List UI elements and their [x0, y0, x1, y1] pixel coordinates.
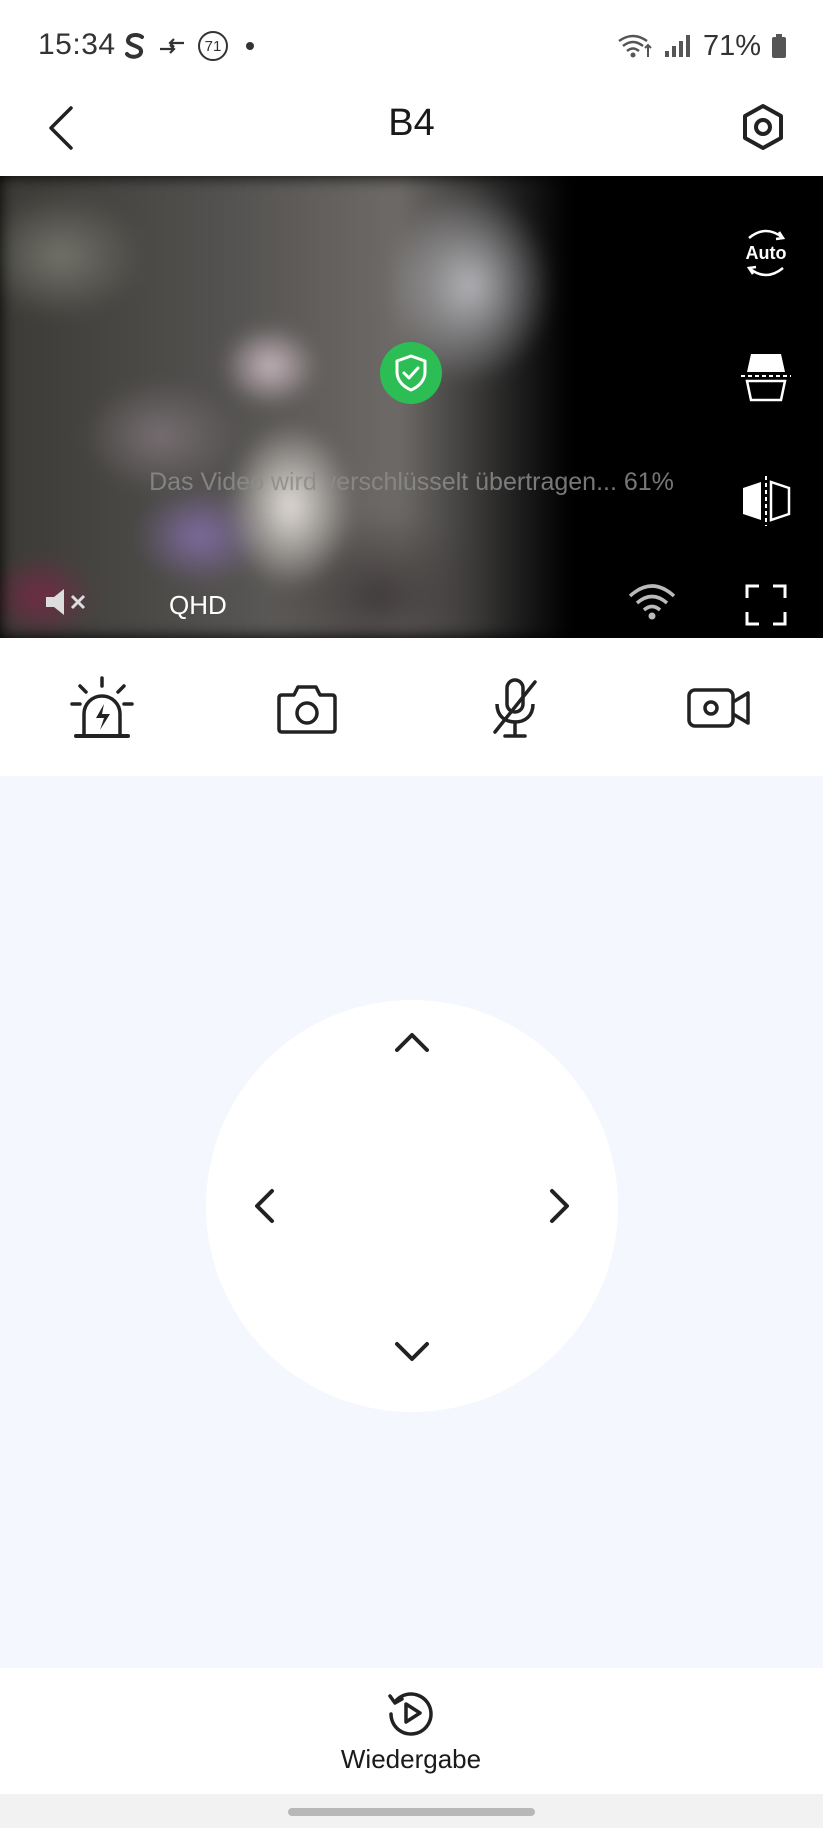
settings-button[interactable] [733, 97, 793, 157]
video-preview-image [0, 176, 570, 638]
playback-label: Wiedergabe [340, 1744, 482, 1774]
app-header: B4 [0, 92, 823, 176]
ptz-up-button[interactable] [382, 1012, 442, 1072]
flip-vertical-button[interactable] [739, 350, 793, 404]
ptz-down-button[interactable] [382, 1322, 442, 1382]
video-feed[interactable]: Das Video wird verschlüsselt übertragen.… [0, 176, 823, 638]
chevron-right-icon [550, 1189, 569, 1223]
microphone-button[interactable] [481, 674, 549, 742]
fullscreen-icon[interactable] [745, 584, 787, 626]
status-icons-right: 71% [617, 28, 787, 64]
system-nav-bar [0, 1794, 823, 1828]
page-title: B4 [388, 102, 435, 144]
signal-icon [664, 35, 690, 57]
status-icons-left: 71 [124, 28, 254, 64]
data-transfer-icon [160, 38, 184, 54]
battery-icon [772, 34, 786, 58]
encryption-shield-badge [380, 342, 442, 404]
mirror-horizontal-icon [743, 476, 791, 526]
ptz-panel [0, 776, 823, 1668]
mute-icon [46, 589, 86, 615]
s-app-icon [125, 33, 144, 59]
siren-button[interactable] [68, 674, 136, 742]
auto-rotate-button[interactable]: Auto [739, 226, 793, 280]
playback-button[interactable]: Wiedergabe [311, 1688, 511, 1788]
chevron-left-icon [255, 1189, 274, 1223]
status-bar: 15:34 71 71% [0, 0, 823, 92]
video-status-text: Das Video wird verschlüsselt übertragen.… [149, 468, 674, 496]
quality-selector[interactable]: QHD [169, 590, 227, 621]
record-button[interactable] [685, 674, 753, 742]
video-wifi-icon [628, 584, 676, 620]
badge-71-icon: 71 [198, 31, 228, 61]
dot-icon [246, 42, 254, 50]
auto-label: Auto [746, 243, 787, 263]
replay-icon [388, 1692, 433, 1736]
wifi-icon [618, 34, 652, 58]
siren-icon [70, 676, 134, 738]
status-time: 15:34 [38, 28, 116, 61]
snapshot-button[interactable] [273, 674, 341, 742]
bottom-bar: Wiedergabe [0, 1668, 823, 1794]
action-bar [0, 638, 823, 776]
chevron-down-icon [395, 1342, 429, 1361]
video-camera-icon [687, 688, 750, 728]
ptz-joystick[interactable] [206, 1000, 618, 1412]
mute-button[interactable] [44, 582, 94, 622]
flip-vertical-icon [741, 354, 791, 402]
shield-check-icon [395, 354, 427, 392]
camera-live-screen: 15:34 71 71% B4 Das Video wird verschlüs… [0, 0, 823, 1828]
chevron-up-icon [395, 1033, 429, 1052]
ptz-right-button[interactable] [530, 1176, 590, 1236]
mic-off-icon [493, 678, 537, 738]
auto-rotate-icon: Auto [746, 229, 787, 277]
home-indicator[interactable] [288, 1808, 535, 1816]
ptz-left-button[interactable] [234, 1176, 294, 1236]
mirror-horizontal-button[interactable] [739, 474, 793, 528]
battery-percent: 71% [702, 29, 761, 62]
camera-icon [277, 685, 337, 734]
hexagon-settings-icon [743, 104, 783, 150]
